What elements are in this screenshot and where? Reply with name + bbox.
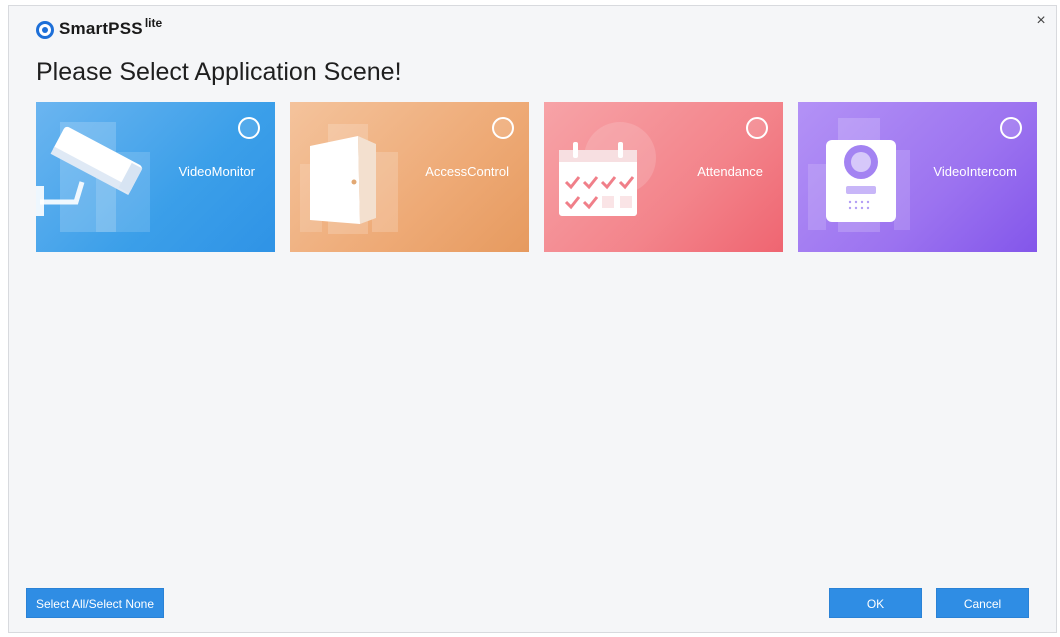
scene-card-attendance[interactable]: Attendance bbox=[544, 102, 783, 252]
title-bar: SmartPSS lite × bbox=[9, 6, 1056, 46]
app-logo: SmartPSS lite bbox=[36, 16, 162, 42]
scene-label: Attendance bbox=[697, 164, 763, 179]
smartpss-logo-icon bbox=[36, 21, 54, 39]
app-edition: lite bbox=[144, 16, 163, 30]
close-button[interactable]: × bbox=[1032, 12, 1050, 30]
scene-label: VideoMonitor bbox=[178, 164, 255, 179]
ok-button[interactable]: OK bbox=[829, 588, 922, 618]
scene-card-videomonitor[interactable]: VideoMonitor bbox=[36, 102, 275, 252]
scene-radio-videomonitor[interactable] bbox=[238, 117, 260, 139]
scene-card-videointercom[interactable]: VideoIntercom bbox=[798, 102, 1037, 252]
scene-radio-videointercom[interactable] bbox=[1000, 117, 1022, 139]
page-title: Please Select Application Scene! bbox=[36, 58, 402, 86]
scene-card-accesscontrol[interactable]: AccessControl bbox=[290, 102, 529, 252]
scene-label: VideoIntercom bbox=[933, 164, 1017, 179]
select-all-none-button[interactable]: Select All/Select None bbox=[26, 588, 164, 618]
scene-radio-accesscontrol[interactable] bbox=[492, 117, 514, 139]
app-name: SmartPSS bbox=[59, 19, 143, 38]
setup-dialog: SmartPSS lite × Please Select Applicatio… bbox=[8, 5, 1057, 633]
scene-label: AccessControl bbox=[425, 164, 509, 179]
cancel-button[interactable]: Cancel bbox=[936, 588, 1029, 618]
scene-radio-attendance[interactable] bbox=[746, 117, 768, 139]
